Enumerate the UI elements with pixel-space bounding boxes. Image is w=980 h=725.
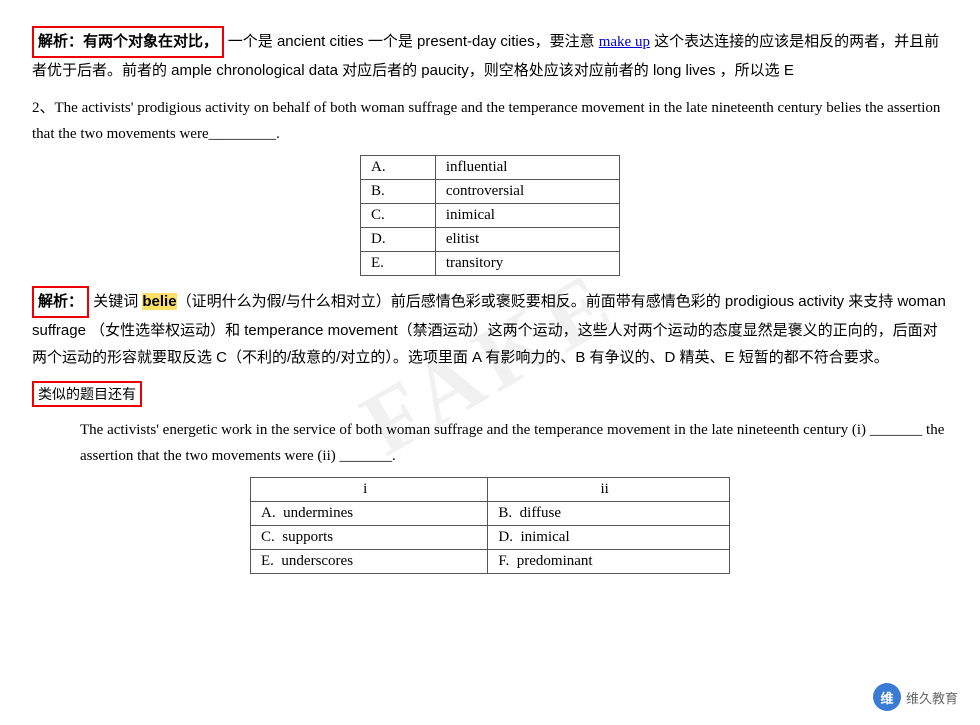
table-header-ii: ii: [488, 478, 730, 502]
option-word: elitist: [435, 228, 619, 252]
option-left: C. supports: [251, 526, 488, 550]
table-row: E.transitory: [361, 252, 620, 276]
table-row: C.inimical: [361, 204, 620, 228]
similar-label: 类似的题目还有: [32, 381, 142, 407]
analysis-label-2: 解析：: [32, 286, 89, 318]
option-word: controversial: [435, 180, 619, 204]
options-table-q2: A.influentialB.controversialC.inimicalD.…: [360, 155, 620, 276]
option-word: transitory: [435, 252, 619, 276]
option-word: inimical: [435, 204, 619, 228]
analysis-label-1: 解析：有两个对象在对比，: [32, 26, 224, 58]
make-up-link: make up: [599, 34, 650, 50]
similar-section: 类似的题目还有: [32, 377, 948, 413]
option-right: D. inimical: [488, 526, 730, 550]
table-row: C. supportsD. inimical: [251, 526, 730, 550]
subquestion-table: i ii A. underminesB. diffuseC. supportsD…: [250, 477, 730, 574]
option-letter: D.: [361, 228, 436, 252]
option-right: B. diffuse: [488, 502, 730, 526]
logo-area: 维 维久教育: [873, 683, 958, 711]
question-2-block: 2、The activists' prodigious activity on …: [32, 95, 948, 277]
option-left: A. undermines: [251, 502, 488, 526]
table-row: D.elitist: [361, 228, 620, 252]
option-right: F. predominant: [488, 550, 730, 574]
option-letter: A.: [361, 156, 436, 180]
question-2-text: 2、The activists' prodigious activity on …: [32, 95, 948, 148]
analysis-text-1a: 一个是 ancient cities 一个是 present-day citie…: [228, 33, 599, 50]
page: FAKE 解析：有两个对象在对比， 一个是 ancient cities 一个是…: [0, 0, 980, 725]
content: 解析：有两个对象在对比， 一个是 ancient cities 一个是 pres…: [32, 26, 948, 574]
option-letter: C.: [361, 204, 436, 228]
subquestion-text: The activists' energetic work in the ser…: [80, 417, 948, 470]
option-letter: E.: [361, 252, 436, 276]
keyword-belie: belie: [142, 293, 176, 310]
logo-icon: 维: [873, 683, 901, 711]
table-row: B.controversial: [361, 180, 620, 204]
logo-text: 维久教育: [906, 688, 958, 707]
table-header-i: i: [251, 478, 488, 502]
analysis-block-2: 解析： 关键词 belie（证明什么为假/与什么相对立）前后感情色彩或褒贬要相反…: [32, 286, 948, 371]
option-word: influential: [435, 156, 619, 180]
table-row: A. underminesB. diffuse: [251, 502, 730, 526]
table-row: E. underscoresF. predominant: [251, 550, 730, 574]
option-letter: B.: [361, 180, 436, 204]
analysis-block-1: 解析：有两个对象在对比， 一个是 ancient cities 一个是 pres…: [32, 26, 948, 85]
table-row: A.influential: [361, 156, 620, 180]
option-left: E. underscores: [251, 550, 488, 574]
